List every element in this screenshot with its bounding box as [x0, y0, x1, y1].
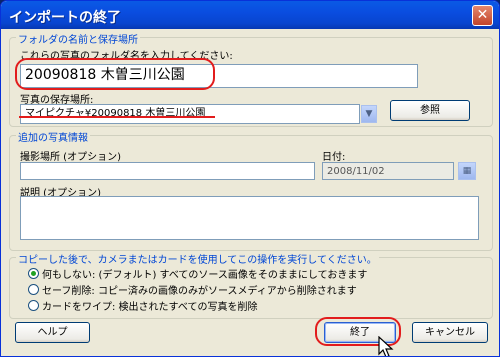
- extra-info-legend: 追加の写真情報: [16, 129, 90, 144]
- date-label: 日付:: [322, 152, 346, 163]
- after-copy-legend: コピーした後で、カメラまたはカードを使用してこの操作を実行してください。: [16, 251, 379, 266]
- option-do-nothing[interactable]: 何もしない: (デフォルト) すべてのソース画像をそのままにしておきます: [28, 266, 368, 281]
- folder-name-input[interactable]: 20090818 木曽三川公園: [20, 64, 418, 88]
- title-bar[interactable]: インポートの終了 ✕: [1, 1, 499, 29]
- extra-info-group: 追加の写真情報 撮影場所 (オプション) 日付: 2008/11/02 ▦ 説明…: [9, 129, 493, 251]
- option-label: 何もしない: (デフォルト) すべてのソース画像をそのままにしておきます: [42, 270, 368, 281]
- folder-name-label: これらの写真のフォルダ名を入力してください:: [20, 51, 233, 62]
- save-location-select[interactable]: マイピクチャ¥20090818 木曽三川公園: [20, 104, 360, 124]
- cancel-button[interactable]: キャンセル: [412, 322, 488, 343]
- mouse-pointer-icon: [378, 336, 394, 356]
- dialog-body: フォルダの名前と保存場所 これらの写真のフォルダ名を入力してください: 2009…: [4, 29, 496, 355]
- radio-selected[interactable]: [28, 268, 39, 279]
- close-button[interactable]: ✕: [472, 5, 493, 26]
- option-label: カードをワイプ: 検出されたすべての写真を削除: [42, 302, 258, 313]
- folder-group-legend: フォルダの名前と保存場所: [16, 31, 140, 46]
- import-finish-dialog: インポートの終了 ✕ フォルダの名前と保存場所 これらの写真のフォルダ名を入力し…: [0, 0, 500, 357]
- browse-button[interactable]: 参照: [390, 100, 470, 121]
- shoot-location-label: 撮影場所 (オプション): [20, 152, 121, 163]
- option-wipe-card[interactable]: カードをワイプ: 検出されたすべての写真を削除: [28, 298, 258, 313]
- radio-unselected[interactable]: [28, 300, 39, 311]
- help-button[interactable]: ヘルプ: [15, 322, 90, 343]
- after-copy-group: コピーした後で、カメラまたはカードを使用してこの操作を実行してください。 何もし…: [9, 251, 493, 319]
- folder-group: フォルダの名前と保存場所 これらの写真のフォルダ名を入力してください: 2009…: [9, 31, 493, 127]
- option-label: セーフ削除: コピー済みの画像のみがソースメディアから削除されます: [42, 286, 357, 297]
- shoot-location-input[interactable]: [20, 162, 315, 180]
- calendar-icon[interactable]: ▦: [458, 162, 476, 180]
- option-safe-delete[interactable]: セーフ削除: コピー済みの画像のみがソースメディアから削除されます: [28, 282, 357, 297]
- window-title: インポートの終了: [9, 10, 121, 26]
- highlight-underline-location: [19, 116, 215, 118]
- description-textarea[interactable]: [20, 196, 479, 240]
- date-field[interactable]: 2008/11/02: [322, 162, 454, 180]
- radio-unselected[interactable]: [28, 284, 39, 295]
- chevron-down-icon[interactable]: ▼: [361, 105, 377, 123]
